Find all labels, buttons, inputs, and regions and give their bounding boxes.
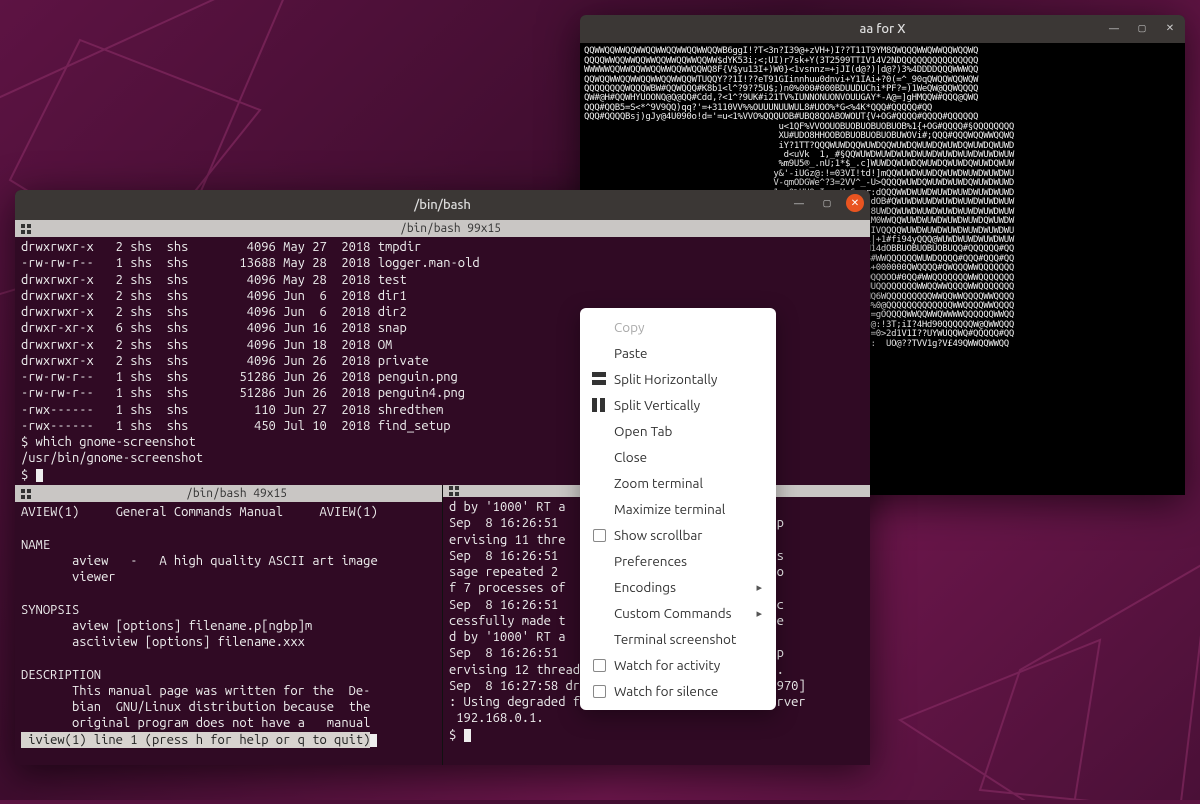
minimize-icon[interactable] xyxy=(1105,19,1123,37)
menu-item-label: Close xyxy=(614,449,647,465)
menu-item-label: Watch for silence xyxy=(614,683,718,699)
pane-title-label: /bin/bash 99x15 xyxy=(37,221,864,236)
terminator-titlebar[interactable]: /bin/bash xyxy=(15,190,870,220)
menu-item-open-tab[interactable]: Open Tab xyxy=(580,418,776,444)
menu-item-show-scrollbar[interactable]: Show scrollbar xyxy=(580,522,776,548)
menu-item-label: Split Vertically xyxy=(614,397,700,413)
maximize-icon[interactable] xyxy=(1133,19,1151,37)
blank-icon xyxy=(592,632,606,646)
pane-grid-icon xyxy=(21,224,31,234)
menu-item-preferences[interactable]: Preferences xyxy=(580,548,776,574)
prompt: $ xyxy=(21,468,36,482)
menu-item-label: Terminal screenshot xyxy=(614,631,736,647)
pane-bottom-left[interactable]: AVIEW(1) General Commands Manual AVIEW(1… xyxy=(15,502,442,765)
pane-title-bottom-left[interactable]: /bin/bash 49x15 xyxy=(15,485,442,502)
blank-icon xyxy=(592,606,606,620)
blank-icon xyxy=(592,554,606,568)
pane-grid-icon xyxy=(449,486,459,496)
checkbox-icon xyxy=(593,529,606,542)
menu-item-copy: Copy xyxy=(580,314,776,340)
menu-item-maximize-terminal[interactable]: Maximize terminal xyxy=(580,496,776,522)
menu-item-terminal-screenshot[interactable]: Terminal screenshot xyxy=(580,626,776,652)
menu-item-label: Custom Commands xyxy=(614,605,732,621)
blank-icon xyxy=(592,580,606,594)
menu-item-split-horizontally[interactable]: Split Horizontally xyxy=(580,366,776,392)
menu-item-label: Maximize terminal xyxy=(614,501,725,517)
menu-item-label: Zoom terminal xyxy=(614,475,703,491)
menu-item-watch-for-activity[interactable]: Watch for activity xyxy=(580,652,776,678)
menu-item-custom-commands[interactable]: Custom Commands xyxy=(580,600,776,626)
menu-item-close[interactable]: Close xyxy=(580,444,776,470)
terminal-context-menu[interactable]: Copy Paste Split Horizontally Split Vertica… xyxy=(580,308,776,710)
pane-title-label: /bin/bash 49x15 xyxy=(37,486,436,501)
maximize-icon[interactable] xyxy=(818,194,836,212)
cursor-icon xyxy=(36,469,43,482)
blank-icon xyxy=(592,502,606,516)
blank-icon xyxy=(592,346,606,360)
manpage-status: iview(1) line 1 (press h for help or q t… xyxy=(21,732,370,748)
menu-item-label: Watch for activity xyxy=(614,657,720,673)
prompt: $ xyxy=(449,728,464,742)
blank-icon xyxy=(592,424,606,438)
close-icon[interactable] xyxy=(846,194,864,212)
blank-icon xyxy=(592,476,606,490)
menu-item-label: Open Tab xyxy=(614,423,672,439)
menu-item-label: Paste xyxy=(614,345,647,361)
checkbox-icon xyxy=(593,685,606,698)
menu-item-paste[interactable]: Paste xyxy=(580,340,776,366)
blank-icon xyxy=(592,320,606,334)
close-icon[interactable] xyxy=(1161,19,1179,37)
pane-title-top[interactable]: /bin/bash 99x15 xyxy=(15,220,870,237)
cursor-icon xyxy=(370,734,377,747)
menu-item-label: Show scrollbar xyxy=(614,527,702,543)
split-v-icon xyxy=(592,398,606,412)
menu-item-zoom-terminal[interactable]: Zoom terminal xyxy=(580,470,776,496)
minimize-icon[interactable] xyxy=(790,194,808,212)
menu-item-label: Split Horizontally xyxy=(614,371,717,387)
blank-icon xyxy=(592,450,606,464)
menu-item-split-vertically[interactable]: Split Vertically xyxy=(580,392,776,418)
menu-item-label: Preferences xyxy=(614,553,687,569)
terminator-title: /bin/bash xyxy=(15,198,870,212)
menu-item-label: Copy xyxy=(614,319,645,335)
cursor-icon xyxy=(464,729,471,742)
menu-item-encodings[interactable]: Encodings xyxy=(580,574,776,600)
aa-titlebar[interactable]: aa for X xyxy=(580,15,1185,43)
checkbox-icon xyxy=(593,659,606,672)
menu-item-label: Encodings xyxy=(614,579,676,595)
split-h-icon xyxy=(592,372,606,386)
aa-title: aa for X xyxy=(580,22,1185,36)
pane-grid-icon xyxy=(21,489,31,499)
menu-item-watch-for-silence[interactable]: Watch for silence xyxy=(580,678,776,704)
